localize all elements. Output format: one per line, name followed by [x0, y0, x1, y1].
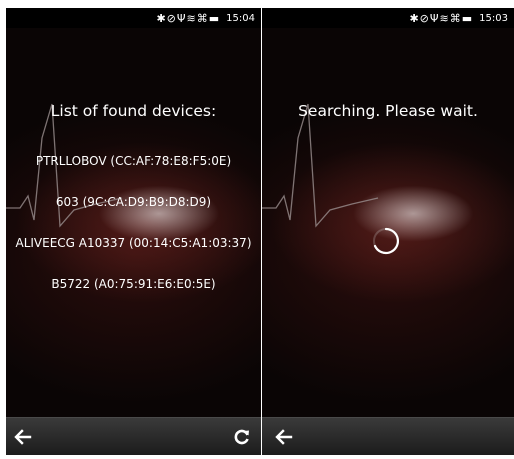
device-list-screen: ✱⊘Ψ≋⌘▬ 15:04 List of found devices: PTRL… — [6, 8, 261, 455]
bottom-toolbar — [6, 417, 261, 455]
found-devices-title: List of found devices: — [50, 102, 217, 120]
refresh-icon[interactable] — [232, 427, 252, 447]
loading-spinner-icon — [373, 227, 399, 255]
device-list-item[interactable]: B5722 (A0:75:91:E6:E0:5E) — [6, 277, 261, 318]
searching-message: Searching. Please wait. — [298, 102, 478, 120]
back-arrow-icon[interactable] — [13, 427, 33, 447]
device-list-item[interactable]: 603 (9C:CA:D9:B9:D8:D9) — [6, 195, 261, 236]
device-list: PTRLLOBOV (CC:AF:78:E8:F5:0E) 603 (9C:CA… — [6, 154, 261, 318]
ecg-line-graphic — [262, 103, 379, 228]
back-arrow-icon[interactable] — [274, 427, 294, 447]
searching-screen: ✱⊘Ψ≋⌘▬ 15:03 Searching. Please wait. — [262, 8, 514, 455]
bottom-toolbar — [262, 417, 514, 455]
device-list-item[interactable]: ALIVEECG A10337 (00:14:C5:A1:03:37) — [6, 236, 261, 277]
device-list-item[interactable]: PTRLLOBOV (CC:AF:78:E8:F5:0E) — [6, 154, 261, 195]
